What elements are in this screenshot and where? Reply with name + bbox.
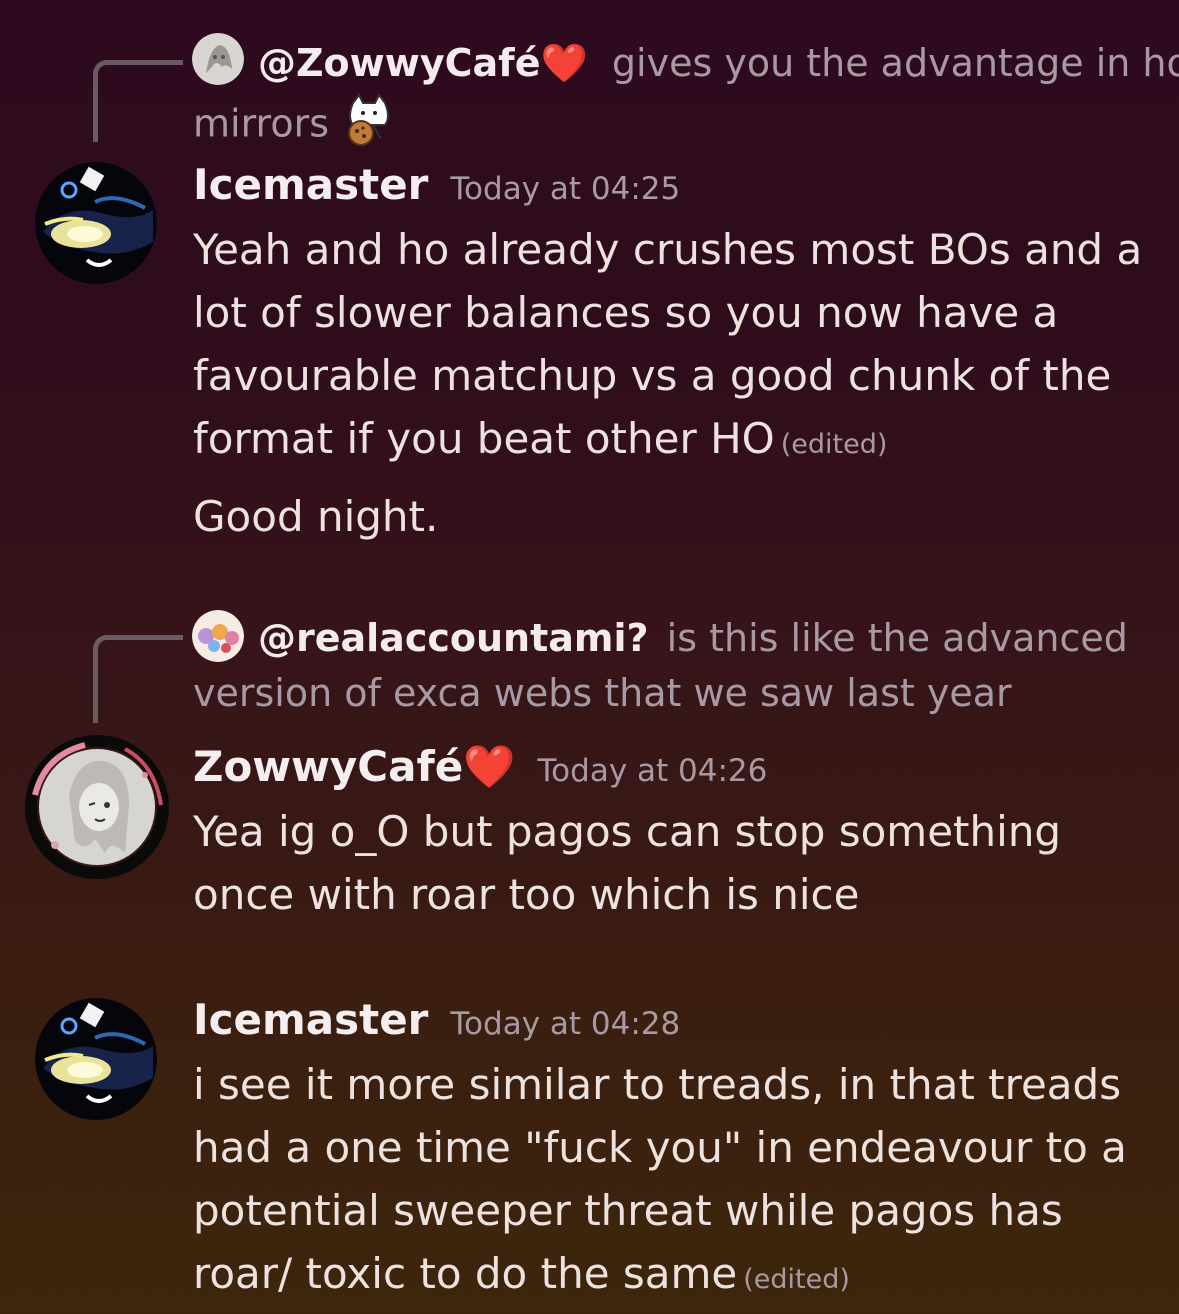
edited-indicator: (edited) xyxy=(743,1264,850,1295)
reply-avatar-zowwycafe[interactable] xyxy=(192,33,244,85)
message-content: Good night. xyxy=(193,485,1163,548)
message-header: ZowwyCafé❤️ Today at 04:26 xyxy=(193,740,767,794)
message-text: i see it more similar to treads, in that… xyxy=(193,1060,1127,1298)
heart-emoji: ❤️ xyxy=(540,41,588,85)
reply-preview[interactable]: @ZowwyCafé❤️ gives you the advantage in … xyxy=(258,36,1179,90)
avatar-zowwycafe[interactable] xyxy=(25,735,169,879)
reply-connector-icon xyxy=(93,60,183,142)
username[interactable]: ZowwyCafé xyxy=(193,742,463,791)
message-content: Yeah and ho already crushes most BOs and… xyxy=(193,218,1163,476)
message-text: Yeah and ho already crushes most BOs and… xyxy=(193,225,1143,463)
edited-indicator: (edited) xyxy=(780,429,888,460)
heart-emoji: ❤️ xyxy=(463,742,516,791)
message-text: Good night. xyxy=(193,492,439,541)
reply-avatar-realaccountami[interactable] xyxy=(192,610,244,662)
cat-cookie-emoji-icon xyxy=(341,91,397,161)
message-text: Yea ig o_O but pagos can stop something … xyxy=(193,807,1062,919)
reply-text-continued: version of exca webs that we saw last ye… xyxy=(193,671,1012,715)
message-header: Icemaster Today at 04:28 xyxy=(193,993,680,1047)
message-content: i see it more similar to treads, in that… xyxy=(193,1053,1163,1311)
avatar-icemaster[interactable] xyxy=(35,998,157,1120)
timestamp: Today at 04:25 xyxy=(450,171,681,207)
reply-preview[interactable]: @realaccountami? is this like the advanc… xyxy=(258,611,1128,665)
reply-text-continued: mirrors xyxy=(193,101,329,146)
timestamp: Today at 04:26 xyxy=(537,753,768,789)
reply-preview-continued[interactable]: mirrors xyxy=(193,91,397,161)
message-content: Yea ig o_O but pagos can stop something … xyxy=(193,800,1163,926)
reply-text: is this like the advanced xyxy=(666,616,1128,660)
avatar-icemaster[interactable] xyxy=(35,162,157,284)
username[interactable]: Icemaster xyxy=(193,995,428,1044)
reply-connector-icon xyxy=(93,635,183,723)
timestamp: Today at 04:28 xyxy=(450,1006,681,1042)
username[interactable]: Icemaster xyxy=(193,160,428,209)
message-header: Icemaster Today at 04:25 xyxy=(193,158,680,212)
reply-mention[interactable]: @realaccountami? xyxy=(258,616,649,660)
reply-mention[interactable]: @ZowwyCafé xyxy=(258,41,540,85)
reply-text: gives you the advantage in ho xyxy=(611,41,1179,85)
reply-preview-continued[interactable]: version of exca webs that we saw last ye… xyxy=(193,666,1012,720)
